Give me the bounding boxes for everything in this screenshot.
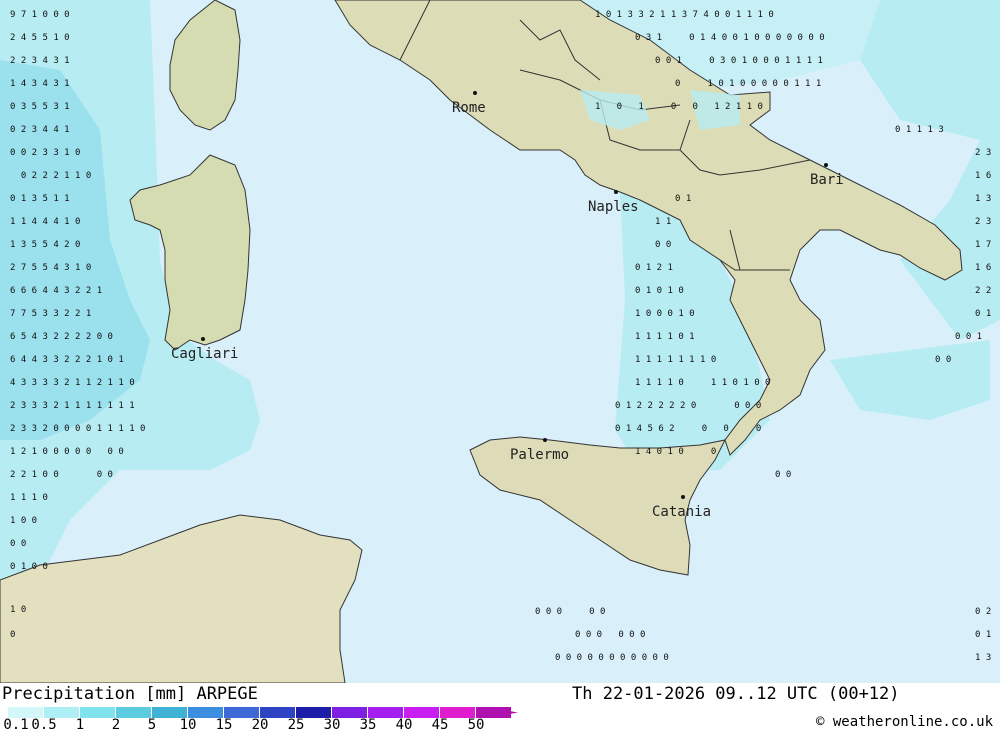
- grid-value-row: 9 7 1 0 0 0: [10, 10, 70, 20]
- map-title: Precipitation [mm] ARPEGE: [2, 684, 258, 704]
- grid-value-row: 1 0 0 0 1 0: [635, 309, 695, 319]
- city-dot-rome: [473, 91, 477, 95]
- legend-label: 1: [75, 717, 85, 733]
- legend-label: 35: [359, 717, 377, 733]
- grid-value-row: 1 1 1 1 1 1 1 0: [635, 355, 716, 365]
- grid-value-row: 0 0 1: [955, 332, 982, 342]
- city-label-naples: Naples: [588, 199, 639, 215]
- city-label-palermo: Palermo: [510, 447, 569, 463]
- city-label-cagliari: Cagliari: [171, 346, 238, 362]
- grid-value-row: 0 0 0 0 0 0: [575, 630, 645, 640]
- grid-value-row: 0 0: [655, 240, 671, 250]
- precipitation-map[interactable]: 9 7 1 0 0 0 2 4 5 5 1 0 2 2 3 4 3 1 1 4 3 4…: [0, 0, 1000, 683]
- legend-label: 0.1: [3, 717, 29, 733]
- forecast-datetime: Th 22-01-2026 09..12 UTC (00+12): [572, 684, 900, 704]
- grid-value-row: 1 1: [655, 217, 671, 227]
- grid-value-row: 0 0 2 3 3 1 0: [10, 148, 80, 158]
- grid-value-row: 2 2: [975, 286, 991, 296]
- grid-value-row: 6 6 6 4 4 3 2 2 1: [10, 286, 102, 296]
- legend-label: 15: [215, 717, 233, 733]
- grid-value-row: 0: [10, 630, 15, 640]
- legend-label: 5: [147, 717, 157, 733]
- grid-value-row: 4 3 3 3 3 2 1 1 2 1 1 0: [10, 378, 135, 388]
- grid-value-row: 1 0 0: [10, 516, 37, 526]
- grid-value-row: 1 1 1 0: [10, 493, 48, 503]
- legend-label: 30: [323, 717, 341, 733]
- city-dot-naples: [614, 190, 618, 194]
- grid-value-row: 6 4 4 3 3 2 2 2 1 0 1: [10, 355, 124, 365]
- grid-value-row: 7 7 5 3 3 2 2 1: [10, 309, 91, 319]
- legend-label: 25: [287, 717, 305, 733]
- grid-value-row: 0 1 0 1 0 0 0 0 0 1 1 1: [675, 79, 821, 89]
- grid-value-row: 6 5 4 3 2 2 2 2 0 0: [10, 332, 113, 342]
- grid-value-row: 0 0: [935, 355, 951, 365]
- grid-value-row: 0 2: [975, 607, 991, 617]
- legend-label: 40: [395, 717, 413, 733]
- grid-value-row: 1 2 1 0 0 0 0 0 0 0: [10, 447, 124, 457]
- grid-value-row: 0 1 2 1: [635, 263, 673, 273]
- grid-value-row: 1 3 5 5 4 2 0: [10, 240, 80, 250]
- grid-value-row: 1 6: [975, 263, 991, 273]
- grid-value-row: 2 3 3 2 0 0 0 0 1 1 1 1 0: [10, 424, 145, 434]
- grid-value-row: 0 1 2 2 2 2 2 0 0 0 0: [615, 401, 761, 411]
- legend-arrow: [486, 707, 518, 718]
- grid-value-row: 1 0: [10, 605, 26, 615]
- legend-swatch: [80, 707, 116, 718]
- grid-value-row: 2 3: [975, 217, 991, 227]
- grid-value-row: 0 3 5 5 3 1: [10, 102, 70, 112]
- grid-value-row: 1 1 1 1 0 1 1 0 1 0 0: [635, 378, 770, 388]
- grid-value-row: 0 1 3 5 1 1: [10, 194, 70, 204]
- legend-label: 0.5: [31, 717, 57, 733]
- grid-value-row: 1 0 1 3 3 2 1 1 3 7 4 0 0 1 1 1 0: [595, 10, 774, 20]
- grid-value-row: 2 2 1 0 0 0 0: [10, 470, 113, 480]
- grid-value-row: 0 0 0 0 0: [535, 607, 605, 617]
- legend-label: 10: [179, 717, 197, 733]
- city-label-rome: Rome: [452, 100, 486, 116]
- grid-value-row: 1 4 3 4 3 1: [10, 79, 70, 89]
- grid-value-row: 0 0 1 0 3 0 1 0 0 0 1 1 1 1: [655, 56, 823, 66]
- legend-swatch: [116, 707, 152, 718]
- grid-value-row: 1 7: [975, 240, 991, 250]
- grid-value-row: 0 1: [975, 630, 991, 640]
- grid-value-row: 0 1 0 1 0: [635, 286, 684, 296]
- grid-value-row: 0 1 0 0: [10, 562, 48, 572]
- city-label-bari: Bari: [810, 172, 844, 188]
- grid-value-row: 2 3: [975, 148, 991, 158]
- grid-value-row: 1 0 1 0 0 1 2 1 1 0: [595, 102, 763, 112]
- grid-value-row: 0 2 3 4 4 1: [10, 125, 70, 135]
- grid-value-row: 1 1 1 1 0 1: [635, 332, 695, 342]
- legend-label: 45: [431, 717, 449, 733]
- grid-value-row: 2 4 5 5 1 0: [10, 33, 70, 43]
- grid-value-row: 0 1 1 1 3: [895, 125, 944, 135]
- grid-value-row: 2 3 3 3 2 1 1 1 1 1 1 1: [10, 401, 135, 411]
- grid-value-row: 1 6: [975, 171, 991, 181]
- legend-label: 50: [467, 717, 485, 733]
- grid-value-row: 0 2 2 2 1 1 0: [10, 171, 91, 181]
- grid-value-row: 1 1 4 4 4 1 0: [10, 217, 80, 227]
- city-label-catania: Catania: [652, 504, 711, 520]
- legend-label: 20: [251, 717, 269, 733]
- grid-value-row: 2 2 3 4 3 1: [10, 56, 70, 66]
- legend-label: 2: [111, 717, 121, 733]
- grid-value-row: 0 0 0 0 0 0 0 0 0 0 0: [555, 653, 669, 663]
- city-dot-cagliari: [201, 337, 205, 341]
- grid-value-row: 1 3: [975, 194, 991, 204]
- grid-value-row: 0 1: [675, 194, 691, 204]
- credit-text[interactable]: © weatheronline.co.uk: [816, 714, 993, 730]
- grid-value-row: 0 3 1 0 1 4 0 0 1 0 0 0 0 0 0 0: [635, 33, 825, 43]
- grid-value-row: 0 1: [975, 309, 991, 319]
- city-dot-palermo: [543, 438, 547, 442]
- grid-value-row: 0 1 4 5 6 2 0 0 0: [615, 424, 761, 434]
- grid-value-row: 0 0: [10, 539, 26, 549]
- city-dot-catania: [681, 495, 685, 499]
- city-dot-bari: [824, 163, 828, 167]
- grid-value-row: 0 0: [775, 470, 791, 480]
- grid-value-row: 2 7 5 5 4 3 1 0: [10, 263, 91, 273]
- grid-value-row: 1 3: [975, 653, 991, 663]
- grid-value-row: 1 4 0 1 0 0: [635, 447, 716, 457]
